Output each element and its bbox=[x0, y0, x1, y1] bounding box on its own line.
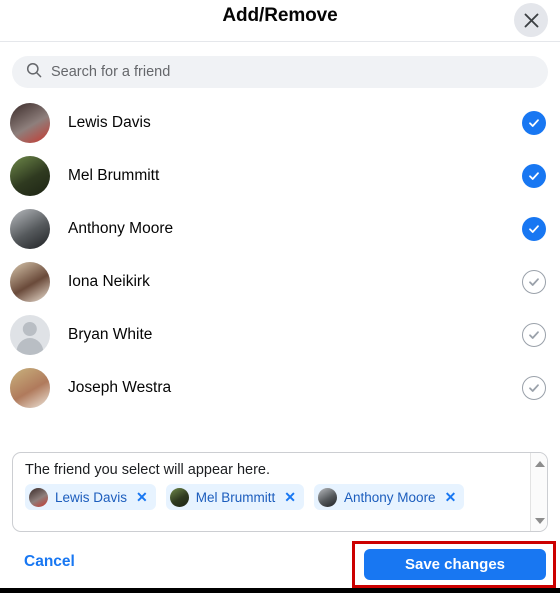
chip-label: Anthony Moore bbox=[344, 489, 436, 505]
selected-chip-list: Lewis Davis ✕ Mel Brummitt ✕ Anthony Moore ✕ bbox=[13, 478, 547, 510]
avatar-photo bbox=[318, 487, 338, 507]
avatar-photo bbox=[10, 208, 50, 249]
add-remove-dialog: Add/Remove Lewis Davis Mel Brummitt Anthon… bbox=[0, 0, 560, 593]
friend-name: Joseph Westra bbox=[68, 378, 172, 396]
chip-remove-icon[interactable]: ✕ bbox=[445, 490, 457, 504]
bottom-strip bbox=[0, 588, 560, 593]
chevron-down-icon bbox=[534, 517, 545, 524]
search-input[interactable] bbox=[51, 64, 534, 80]
friend-name: Anthony Moore bbox=[68, 219, 174, 237]
chip-label: Lewis Davis bbox=[55, 489, 128, 505]
friend-name: Bryan White bbox=[68, 325, 153, 343]
avatar-photo bbox=[10, 155, 50, 196]
checkmark-selected-icon[interactable] bbox=[522, 163, 546, 188]
avatar-photo bbox=[29, 487, 48, 507]
page-title: Add/Remove bbox=[222, 5, 338, 26]
friend-row[interactable]: Mel Brummitt bbox=[0, 149, 560, 202]
avatar bbox=[318, 487, 338, 507]
selected-friends-box: The friend you select will appear here. … bbox=[12, 452, 548, 532]
chip-remove-icon[interactable]: ✕ bbox=[284, 490, 296, 504]
friend-row[interactable]: Lewis Davis bbox=[0, 96, 560, 149]
avatar bbox=[10, 155, 50, 196]
chip-remove-icon[interactable]: ✕ bbox=[136, 490, 148, 504]
avatar-photo bbox=[10, 261, 50, 302]
save-button[interactable]: Save changes bbox=[364, 549, 546, 580]
selected-friend-chip[interactable]: Mel Brummitt ✕ bbox=[165, 484, 305, 510]
checkmark-unselected-icon[interactable] bbox=[522, 269, 546, 294]
avatar-photo bbox=[169, 487, 189, 507]
checkmark-selected-icon[interactable] bbox=[522, 216, 546, 241]
avatar bbox=[10, 102, 50, 143]
search-box[interactable] bbox=[12, 56, 548, 88]
avatar-photo bbox=[10, 102, 50, 143]
avatar bbox=[169, 487, 189, 507]
selected-friend-chip[interactable]: Anthony Moore ✕ bbox=[314, 484, 465, 510]
avatar-placeholder-body bbox=[16, 337, 44, 355]
search-icon bbox=[26, 62, 42, 83]
close-button[interactable] bbox=[514, 3, 548, 37]
chip-label: Mel Brummitt bbox=[195, 489, 276, 505]
selection-scrollbar[interactable] bbox=[530, 453, 547, 531]
close-icon bbox=[523, 12, 540, 29]
avatar bbox=[10, 367, 50, 408]
avatar bbox=[10, 314, 50, 355]
friend-row[interactable]: Bryan White bbox=[0, 308, 560, 361]
friend-row[interactable]: Joseph Westra bbox=[0, 361, 560, 414]
friend-name: Mel Brummitt bbox=[68, 166, 160, 184]
scroll-up-button[interactable] bbox=[531, 455, 547, 472]
chevron-up-icon bbox=[534, 460, 545, 467]
dialog-header: Add/Remove bbox=[0, 0, 560, 42]
checkmark-unselected-icon[interactable] bbox=[522, 375, 546, 400]
avatar bbox=[10, 261, 50, 302]
avatar-placeholder-head bbox=[22, 322, 38, 337]
avatar bbox=[10, 208, 50, 249]
avatar-photo bbox=[10, 367, 50, 408]
checkmark-selected-icon[interactable] bbox=[522, 110, 546, 135]
friend-row[interactable]: Iona Neikirk bbox=[0, 255, 560, 308]
friend-row[interactable]: Anthony Moore bbox=[0, 202, 560, 255]
friend-name: Iona Neikirk bbox=[68, 272, 150, 290]
cancel-button[interactable]: Cancel bbox=[24, 553, 75, 571]
selection-hint: The friend you select will appear here. bbox=[25, 462, 271, 478]
avatar bbox=[29, 487, 48, 507]
search-section bbox=[0, 42, 560, 94]
checkmark-unselected-icon[interactable] bbox=[522, 322, 546, 347]
scroll-down-button[interactable] bbox=[531, 512, 547, 529]
friend-list: Lewis Davis Mel Brummitt Anthony Moore Iona… bbox=[0, 94, 560, 414]
friend-name: Lewis Davis bbox=[68, 113, 151, 131]
selected-friend-chip[interactable]: Lewis Davis ✕ bbox=[25, 484, 156, 510]
